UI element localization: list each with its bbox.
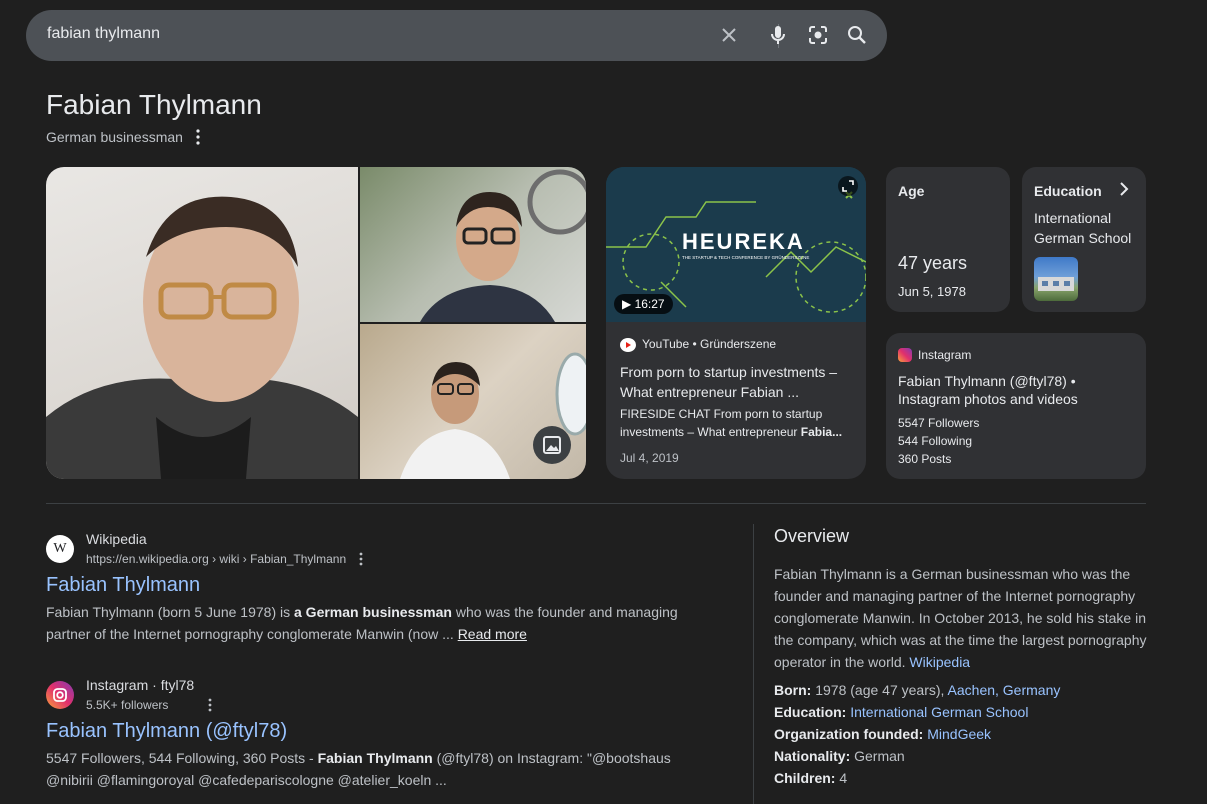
kp-title: Fabian Thylmann [46,89,262,120]
portrait-illustration [46,196,358,479]
more-images-button[interactable] [533,426,571,464]
expand-icon [842,180,854,192]
education-card[interactable]: Education International German School [1022,167,1146,312]
result-url[interactable]: https://en.wikipedia.org › wiki › Fabian… [86,552,346,566]
organization-link[interactable]: MindGeek [927,726,991,742]
video-card[interactable]: HEUREKA THE STARTUP & TECH CONFERENCE BY… [606,167,866,479]
overview-title: Overview [774,526,850,546]
video-source: YouTube • Gründerszene [642,337,777,351]
result-snippet: 5547 Followers, 544 Following, 360 Posts… [46,750,671,788]
photo-portrait[interactable] [46,167,358,479]
image-icon [543,436,561,454]
instagram-result-icon [46,681,74,709]
chevron-right-icon [1120,182,1129,196]
fact-children: Children: 4 [774,770,848,786]
microphone-icon[interactable] [766,23,790,47]
play-icon: ▶ [622,297,635,311]
fact-born: Born: 1978 (age 47 years), Aachen, Germa… [774,682,1061,698]
instagram-followers: 5547 Followers [898,416,980,430]
wikipedia-icon: W [46,535,74,563]
conference-illustration [420,169,586,322]
result-snippet: Fabian Thylmann (born 5 June 1978) is a … [46,604,678,642]
video-title[interactable]: From porn to startup investments – What … [620,362,852,402]
result-url[interactable]: 5.5K+ followers [86,698,168,712]
section-divider [46,503,1146,504]
age-value: 47 years [898,253,968,273]
education-link[interactable]: International German School [850,704,1028,720]
search-input[interactable]: fabian thylmann [47,25,160,43]
birthplace-link[interactable]: Aachen, Germany [948,682,1061,698]
video-thumbnail[interactable]: HEUREKA THE STARTUP & TECH CONFERENCE BY… [606,167,866,322]
education-value: International German School [1034,210,1132,246]
expand-video-button[interactable] [838,176,858,196]
result-site-name[interactable]: Instagram · ftyl78 [86,677,194,693]
read-more-link[interactable]: Read more [458,626,527,642]
search-icon[interactable] [845,23,869,47]
birth-date: Jun 5, 1978 [898,284,966,299]
image-collage[interactable] [46,167,586,479]
instagram-card[interactable]: Instagram Fabian Thylmann (@ftyl78) • In… [886,333,1146,479]
instagram-posts: 360 Posts [898,452,952,466]
education-label: Education [1034,183,1102,199]
video-thumb-subtitle: THE STARTUP & TECH CONFERENCE BY GRÜNDER… [682,254,809,260]
age-card[interactable]: Age 47 years Jun 5, 1978 [886,167,1010,312]
lens-icon[interactable] [806,23,830,47]
instagram-source: Instagram [918,348,972,362]
school-thumbnail [1034,257,1078,301]
clear-icon[interactable] [717,23,741,47]
column-divider [753,524,754,804]
result-more-icon[interactable] [356,551,366,567]
youtube-icon [620,338,636,352]
fact-organization: Organization founded: MindGeek [774,726,992,742]
photo-conference[interactable] [360,167,586,322]
fact-nationality: Nationality: German [774,748,905,764]
video-date: Jul 4, 2019 [620,451,679,465]
age-label: Age [898,183,925,199]
result-more-icon[interactable] [205,697,215,713]
kp-subtitle: German businessman [46,129,183,145]
wikipedia-link[interactable]: Wikipedia [909,654,970,670]
video-duration: ▶ 16:27 [614,294,673,314]
instagram-title[interactable]: Fabian Thylmann (@ftyl78) • Instagram ph… [898,372,1134,408]
more-options-icon[interactable] [190,127,206,147]
result-site-name[interactable]: Wikipedia [86,531,147,547]
result-title[interactable]: Fabian Thylmann (@ftyl78) [46,720,287,743]
fact-education: Education: International German School [774,704,1029,720]
instagram-icon [898,348,912,362]
instagram-following: 544 Following [898,434,973,448]
result-title[interactable]: Fabian Thylmann [46,574,200,597]
video-thumb-title: HEUREKA [682,229,805,254]
video-description: FIRESIDE CHAT From porn to startup inves… [620,407,843,439]
overview-description: Fabian Thylmann is a German businessman … [774,566,1147,670]
search-bar[interactable]: fabian thylmann [26,10,887,61]
video-duration-text: 16:27 [634,297,665,311]
